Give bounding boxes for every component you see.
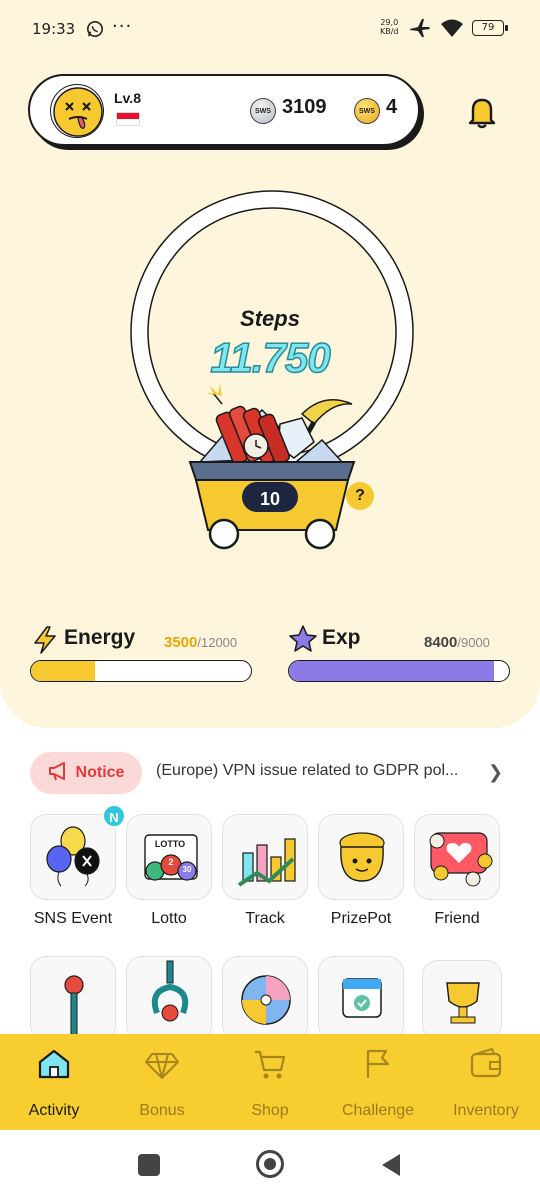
whatsapp-icon xyxy=(86,20,104,42)
new-badge: N xyxy=(102,804,126,828)
gold-coin-icon: SWS xyxy=(354,98,380,124)
avatar[interactable] xyxy=(50,84,104,138)
roulette-wheel-icon xyxy=(241,975,291,1025)
country-flag-icon xyxy=(116,112,140,126)
balloons-icon xyxy=(46,826,100,887)
lotto-sign: LOTTO xyxy=(154,839,186,849)
bottom-tab-bar: Activity Bonus Shop Challenge Inventory xyxy=(0,1034,540,1130)
steps-count: 11.750 xyxy=(210,333,332,382)
friend-label: Friend xyxy=(434,910,480,927)
joystick-icon xyxy=(64,975,84,1038)
friend-tile[interactable] xyxy=(414,814,500,900)
tab-label: Activity xyxy=(28,1102,80,1119)
claw-tile[interactable] xyxy=(126,956,212,1042)
notice-badge[interactable]: Notice xyxy=(30,752,142,794)
track-tile[interactable] xyxy=(222,814,308,900)
battery-icon: 79 xyxy=(472,20,508,36)
tab-label: Inventory xyxy=(453,1102,519,1119)
diamond-icon xyxy=(144,1046,180,1087)
trophy-icon xyxy=(446,982,480,1024)
notice-text[interactable]: (Europe) VPN issue related to GDPR pol..… xyxy=(156,762,482,780)
roulette-tile[interactable] xyxy=(222,956,308,1042)
trophy-tile[interactable] xyxy=(422,960,502,1040)
tab-bonus[interactable]: Bonus xyxy=(108,1034,216,1130)
track-label: Track xyxy=(245,910,285,927)
player-level: Lv.8 xyxy=(114,90,141,106)
lotto-ball-number: 30 xyxy=(182,865,192,874)
tab-label: Shop xyxy=(251,1102,289,1119)
wallet-icon xyxy=(468,1046,504,1087)
joystick-tile[interactable] xyxy=(30,956,116,1042)
silver-coin-balance: 3109 xyxy=(282,96,327,118)
notifications-bell-icon[interactable] xyxy=(464,94,500,135)
more-notifications-icon: ··· xyxy=(112,16,133,37)
tab-label: Challenge xyxy=(341,1102,415,1119)
silver-coin-icon: SWS xyxy=(250,98,276,124)
gold-coin-balance: 4 xyxy=(386,96,398,118)
exp-label: Exp xyxy=(322,626,361,649)
energy-label: Energy xyxy=(64,626,136,649)
chart-icon xyxy=(237,838,296,887)
network-speed: 29,0 KB/d xyxy=(380,18,399,36)
notice-label: Notice xyxy=(75,764,125,781)
chevron-right-icon[interactable]: ❯ xyxy=(488,762,503,783)
prizepot-label: PrizePot xyxy=(330,910,392,927)
mining-count: 10 xyxy=(259,489,281,509)
prizepot-tile[interactable] xyxy=(318,814,404,900)
status-time: 19:33 xyxy=(32,20,76,38)
cart-icon xyxy=(252,1046,288,1087)
exp-value: 8400/9000 xyxy=(424,634,490,651)
steps-label: Steps xyxy=(240,306,300,331)
recent-apps-button[interactable] xyxy=(138,1154,160,1176)
mining-cart-icon[interactable] xyxy=(184,384,360,555)
wifi-icon xyxy=(440,18,464,42)
sns-event-label: SNS Event xyxy=(33,910,113,927)
tab-label: Bonus xyxy=(139,1102,185,1119)
tab-inventory[interactable]: Inventory xyxy=(432,1034,540,1130)
system-nav-bar xyxy=(0,1130,540,1200)
lotto-tile[interactable]: LOTTO 2 30 xyxy=(126,814,212,900)
home-icon xyxy=(36,1046,72,1087)
heart-chat-icon xyxy=(429,832,493,887)
profile-card[interactable]: Lv.8 SWS 3109 SWS 4 xyxy=(28,74,420,146)
home-button[interactable] xyxy=(256,1150,284,1178)
lotto-label: Lotto xyxy=(151,910,187,927)
help-icon[interactable]: ? xyxy=(346,482,374,510)
status-bar: 19:33 ··· 29,0 KB/d 79 xyxy=(0,0,540,60)
claw-icon xyxy=(151,960,189,1022)
tab-challenge[interactable]: Challenge xyxy=(324,1034,432,1130)
coin-pot-icon xyxy=(339,832,385,882)
tab-activity[interactable]: Activity xyxy=(0,1034,108,1130)
energy-value: 3500/12000 xyxy=(164,634,238,651)
tab-shop[interactable]: Shop xyxy=(216,1034,324,1130)
exp-bar xyxy=(288,660,510,682)
sns-event-tile[interactable] xyxy=(30,814,116,900)
lightning-icon xyxy=(32,626,58,659)
calendar-tile[interactable] xyxy=(318,956,404,1042)
energy-bar xyxy=(30,660,252,682)
airplane-icon xyxy=(408,16,432,44)
calendar-check-icon xyxy=(342,978,382,1018)
lotto-ball-number: 2 xyxy=(168,857,174,867)
megaphone-icon xyxy=(48,761,70,786)
flag-icon xyxy=(360,1046,396,1087)
back-button[interactable] xyxy=(380,1152,402,1183)
star-icon xyxy=(288,624,318,659)
